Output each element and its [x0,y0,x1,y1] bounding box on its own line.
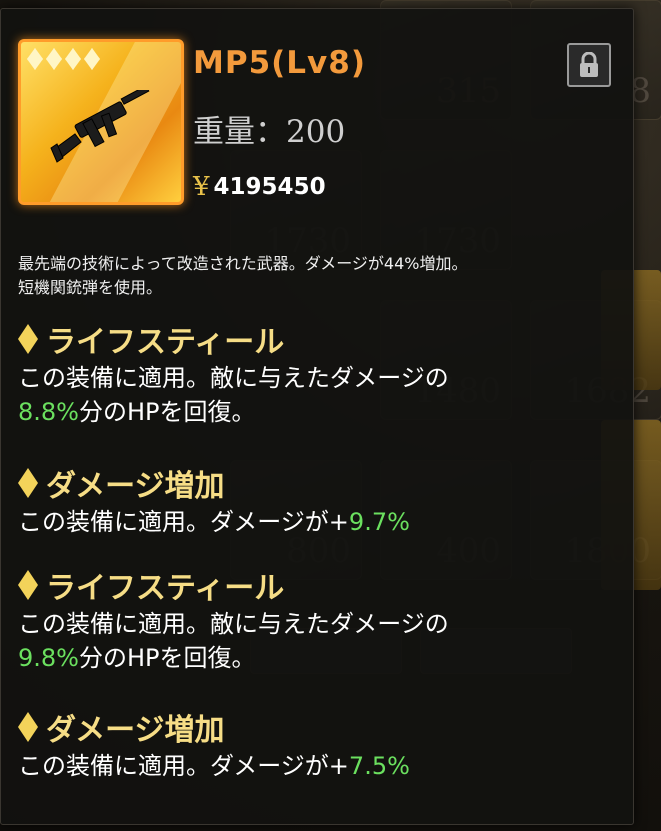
item-icon-frame [18,39,184,205]
skill-percent: 7.5% [348,752,410,780]
diamond-icon [18,570,38,600]
description-line: 短機関銃弾を使用。 [18,278,163,297]
diamond-icon [18,712,38,742]
skill-name: ライフスティール [46,571,285,606]
skill-description: この装備に適用。敵に与えたダメージの 8.8%分のHPを回復。 [18,361,618,429]
skill-text: この装備に適用。敵に与えたダメージの [18,364,449,392]
skill-percent: 9.8% [18,644,79,672]
skill-description: この装備に適用。敵に与えたダメージの 9.8%分のHPを回復。 [18,607,618,675]
item-price: ¥ 4195450 [193,172,326,202]
item-name: MP5(Lv8) [193,45,367,81]
yen-icon: ¥ [193,172,210,202]
diamond-icon [18,324,38,354]
skill-percent: 8.8% [18,398,79,426]
skill-damage-up: ダメージ増加 この装備に適用。ダメージが+7.5% [18,705,618,783]
skill-name: ダメージ増加 [46,469,225,504]
description-line: 最先端の技術によって改造された武器。ダメージが44%増加。 [18,254,468,273]
skill-text: この装備に適用。敵に与えたダメージの [18,610,449,638]
skill-lifesteal: ライフスティール この装備に適用。敵に与えたダメージの 9.8%分のHPを回復。 [18,563,618,675]
diamond-icon [18,468,38,498]
skill-name: ライフスティール [46,325,285,360]
star-icon [46,48,62,70]
lock-icon [580,52,598,77]
skill-description: この装備に適用。ダメージが+7.5% [18,749,618,783]
skill-description: この装備に適用。ダメージが+9.7% [18,505,618,539]
star-icon [27,48,43,70]
star-icon [65,48,81,70]
item-description: 最先端の技術によって改造された武器。ダメージが44%増加。 短機関銃弾を使用。 [18,252,618,300]
lock-button[interactable] [567,43,611,87]
item-weight: 重量：200 [193,114,346,150]
skill-damage-up: ダメージ増加 この装備に適用。ダメージが+9.7% [18,461,618,539]
skill-percent: 9.7% [348,508,410,536]
skill-text: 分のHPを回復。 [78,644,256,672]
skill-text: 分のHPを回復。 [78,398,256,426]
item-tooltip-panel: MP5(Lv8) 重量：200 ¥ 4195450 最先端の技術によって改造され… [0,8,634,825]
skill-name: ダメージ増加 [46,713,225,748]
smg-icon [50,90,150,163]
skill-text: この装備に適用。ダメージが+ [18,752,349,780]
skill-lifesteal: ライフスティール この装備に適用。敵に与えたダメージの 8.8%分のHPを回復。 [18,317,618,429]
price-value: 4195450 [213,174,326,200]
star-rating [27,48,100,70]
star-icon [84,48,100,70]
skill-text: この装備に適用。ダメージが+ [18,508,349,536]
